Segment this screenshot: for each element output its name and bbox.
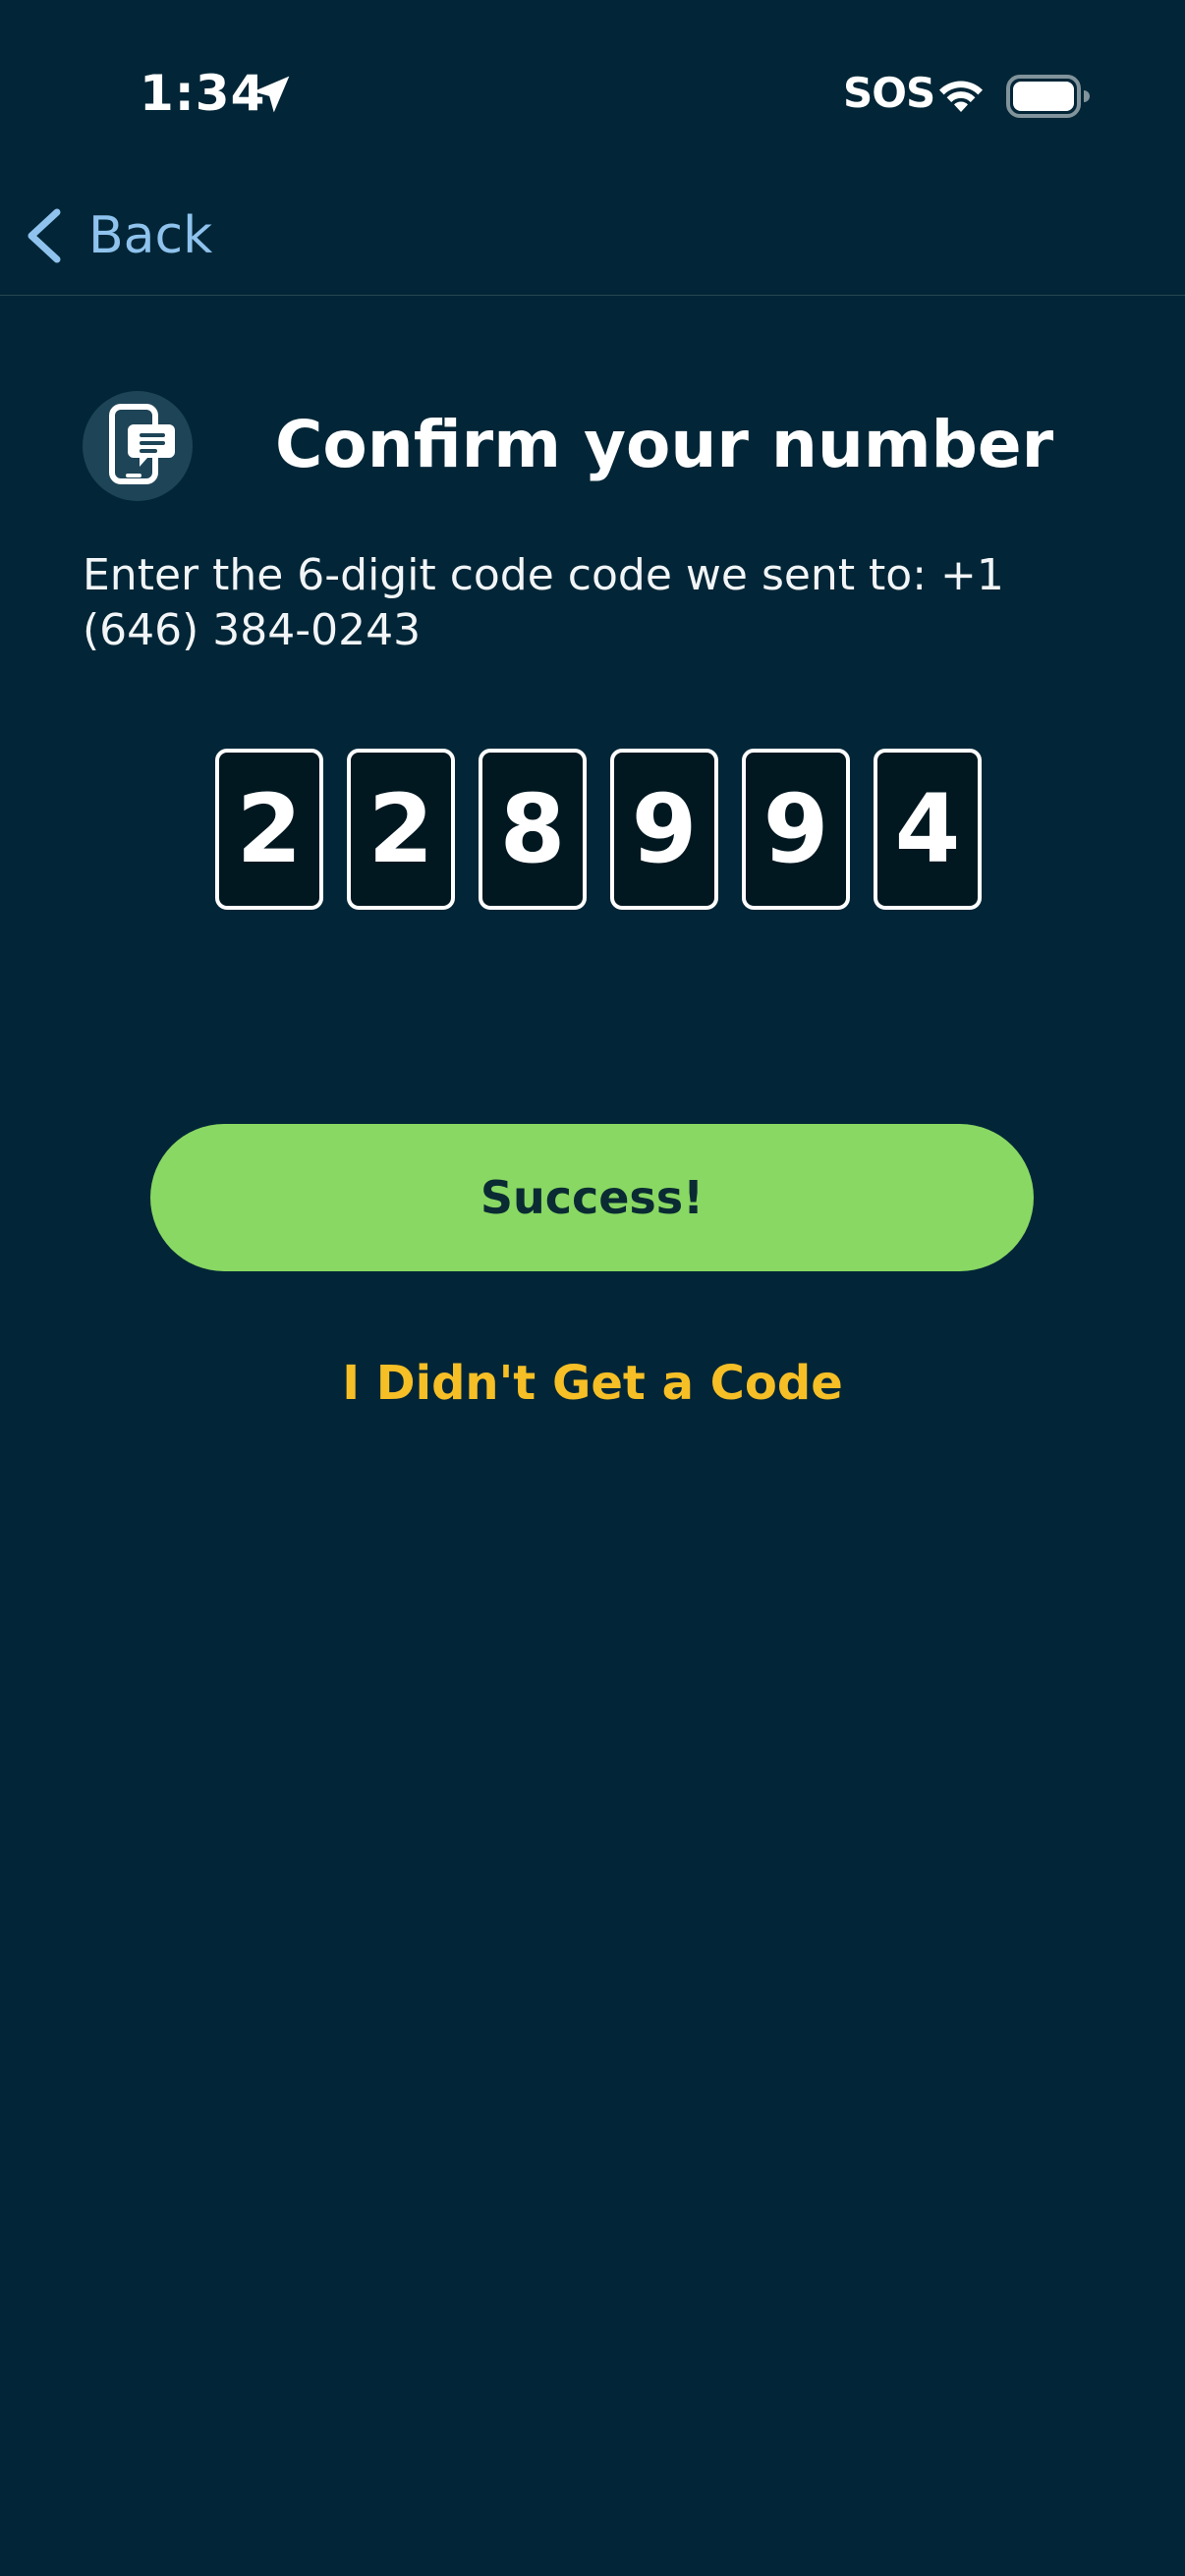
nav-bar: Back xyxy=(0,177,1185,296)
wifi-icon xyxy=(939,81,983,112)
code-digit-1[interactable]: 2 xyxy=(215,749,323,910)
status-sos: SOS xyxy=(843,69,935,117)
code-digit-3[interactable]: 8 xyxy=(479,749,587,910)
phone-message-icon xyxy=(83,391,193,501)
page-title: Confirm your number xyxy=(275,407,1054,482)
back-label: Back xyxy=(88,206,213,265)
status-time: 1:34 xyxy=(140,65,266,122)
status-bar: 1:34 SOS xyxy=(0,0,1185,177)
battery-icon xyxy=(1006,75,1090,118)
code-digit-2[interactable]: 2 xyxy=(347,749,455,910)
chevron-left-icon xyxy=(28,208,61,263)
code-digit-4[interactable]: 9 xyxy=(610,749,718,910)
instruction-text: Enter the 6-digit code code we sent to: … xyxy=(83,550,1004,655)
code-digit-5[interactable]: 9 xyxy=(742,749,850,910)
didnt-get-code-link[interactable]: I Didn't Get a Code xyxy=(0,1356,1185,1411)
back-button[interactable]: Back xyxy=(22,200,212,271)
success-button[interactable]: Success! xyxy=(150,1124,1034,1271)
code-digit-6[interactable]: 4 xyxy=(874,749,982,910)
location-arrow-icon xyxy=(253,76,290,113)
code-input-group[interactable]: 2 2 8 9 9 4 xyxy=(215,749,982,910)
